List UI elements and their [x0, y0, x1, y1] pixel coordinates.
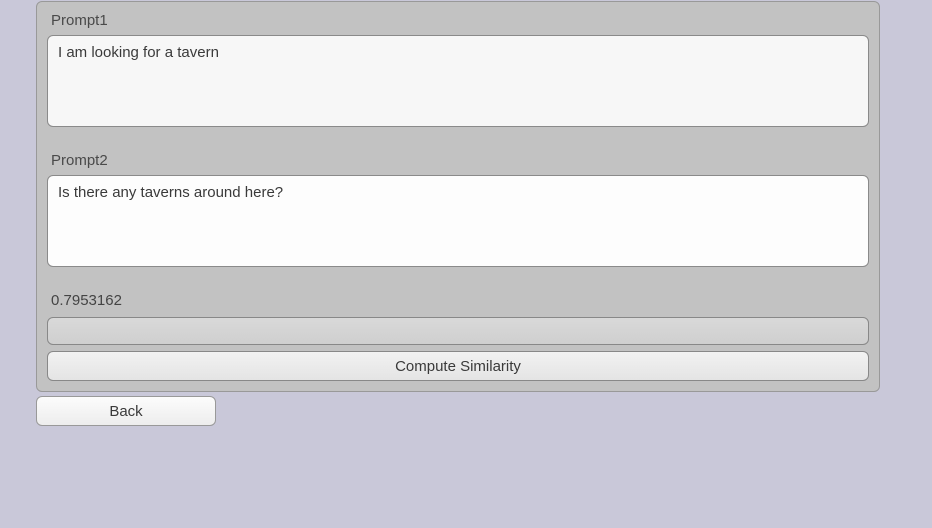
- prompt1-input[interactable]: [47, 35, 869, 127]
- prompt2-label: Prompt2: [47, 150, 869, 175]
- prompt1-label: Prompt1: [47, 10, 869, 35]
- prompt2-input[interactable]: [47, 175, 869, 267]
- similarity-panel: Prompt1 Prompt2 0.7953162 Compute Simila…: [36, 1, 880, 392]
- similarity-score: 0.7953162: [47, 290, 869, 317]
- similarity-progress-bar: [47, 317, 869, 345]
- compute-similarity-button[interactable]: Compute Similarity: [47, 351, 869, 381]
- back-button[interactable]: Back: [36, 396, 216, 426]
